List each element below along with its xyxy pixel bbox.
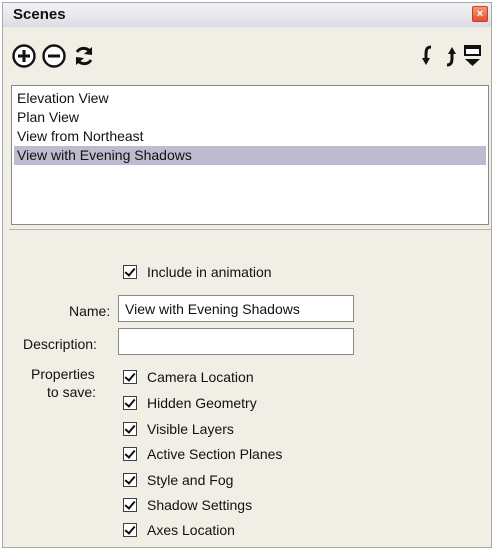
- visible-layers-checkbox[interactable]: [123, 422, 137, 436]
- axes-location-checkbox[interactable]: [123, 523, 137, 537]
- style-and-fog-checkbox[interactable]: [123, 473, 137, 487]
- scene-item-plan-view[interactable]: Plan View: [14, 108, 486, 127]
- update-scene-button[interactable]: [71, 43, 97, 69]
- scene-item-label: View with Evening Shadows: [17, 147, 192, 163]
- close-icon: ×: [476, 8, 484, 20]
- scene-item-view-with-evening-shadows[interactable]: View with Evening Shadows: [14, 146, 486, 165]
- show-details-button[interactable]: [463, 43, 483, 69]
- remove-scene-button[interactable]: [41, 43, 67, 69]
- minus-circle-icon: [42, 44, 66, 68]
- include-animation-label: Include in animation: [147, 264, 272, 280]
- scene-item-label: Elevation View: [17, 90, 109, 106]
- close-button[interactable]: ×: [472, 6, 488, 22]
- scenes-toolbar: [3, 29, 491, 73]
- axes-location-label: Axes Location: [147, 522, 235, 538]
- scenes-list[interactable]: Elevation View Plan View View from North…: [11, 85, 489, 225]
- add-scene-button[interactable]: [11, 43, 37, 69]
- shadow-settings-checkbox[interactable]: [123, 498, 137, 512]
- plus-circle-icon: [12, 44, 36, 68]
- panel-titlebar: Scenes ×: [3, 3, 491, 27]
- description-label: Description:: [23, 336, 97, 352]
- active-section-planes-checkbox[interactable]: [123, 447, 137, 461]
- name-label: Name:: [69, 303, 111, 319]
- style-and-fog-label: Style and Fog: [147, 472, 234, 488]
- scene-item-label: Plan View: [17, 109, 80, 125]
- move-scene-up-button[interactable]: [441, 43, 457, 69]
- hidden-geometry-checkbox[interactable]: [123, 396, 137, 410]
- scene-item-view-from-northeast[interactable]: View from Northeast: [14, 127, 486, 146]
- hidden-geometry-label: Hidden Geometry: [147, 395, 257, 411]
- camera-location-checkbox[interactable]: [123, 370, 137, 384]
- properties-label-line2: to save:: [47, 384, 97, 400]
- show-details-icon: [464, 45, 481, 66]
- move-down-arrow-icon: [422, 45, 432, 65]
- properties-label: Properties: [31, 366, 95, 382]
- name-field[interactable]: [118, 295, 354, 322]
- visible-layers-label: Visible Layers: [147, 421, 234, 437]
- scene-item-label: View from Northeast: [17, 128, 144, 144]
- move-scene-down-button[interactable]: [421, 43, 437, 69]
- description-field[interactable]: [118, 328, 354, 355]
- scene-item-elevation-view[interactable]: Elevation View: [14, 89, 486, 108]
- panel-title: Scenes: [13, 6, 66, 23]
- shadow-settings-label: Shadow Settings: [147, 497, 253, 513]
- move-up-arrow-icon: [446, 47, 456, 67]
- section-divider: [9, 229, 491, 230]
- include-animation-checkbox[interactable]: [123, 265, 137, 279]
- active-section-planes-label: Active Section Planes: [147, 446, 283, 462]
- scenes-panel: Scenes × Elevation View Plan View View f…: [2, 2, 492, 548]
- camera-location-label: Camera Location: [147, 369, 254, 385]
